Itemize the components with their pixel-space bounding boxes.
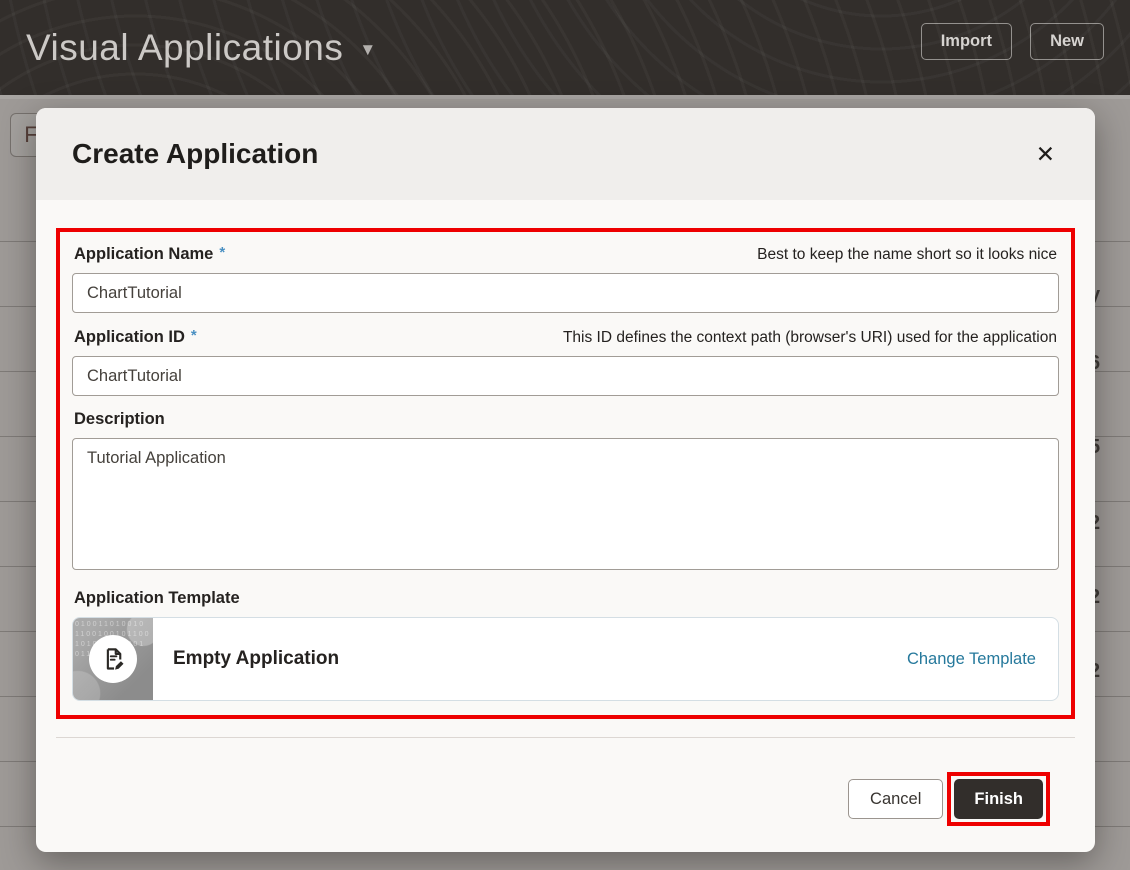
template-thumbnail: 0100110100101100100101100101001101001011… (73, 618, 153, 700)
required-marker: * (219, 244, 225, 261)
import-button[interactable]: Import (921, 23, 1012, 60)
dialog-body: Application Name* Best to keep the name … (36, 200, 1095, 826)
required-marker: * (191, 327, 197, 344)
finish-highlight-box: Finish (947, 772, 1050, 826)
form-highlight-box: Application Name* Best to keep the name … (56, 228, 1075, 719)
application-id-input[interactable] (72, 356, 1059, 396)
app-switcher[interactable]: Visual Applications ▼ (26, 27, 376, 69)
template-name: Empty Application (173, 648, 339, 670)
header-actions: Import New (921, 23, 1104, 60)
application-name-label-row: Application Name* Best to keep the name … (74, 244, 1057, 264)
page-title: Visual Applications (26, 27, 343, 69)
background-text-fragment: 2 (1095, 512, 1100, 535)
dialog-title: Create Application (72, 138, 318, 170)
new-button[interactable]: New (1030, 23, 1104, 60)
dialog-header: Create Application ✕ (36, 108, 1095, 200)
application-id-hint: This ID defines the context path (browse… (563, 329, 1057, 347)
chevron-down-icon[interactable]: ▼ (359, 36, 376, 60)
close-icon[interactable]: ✕ (1032, 139, 1059, 170)
dialog-footer: Cancel Finish (56, 737, 1075, 826)
application-id-label: Application ID* (74, 327, 197, 347)
template-card: 0100110100101100100101100101001101001011… (72, 617, 1059, 701)
background-text-fragment: 2 (1095, 660, 1100, 683)
application-name-label: Application Name* (74, 244, 225, 264)
description-textarea[interactable]: Tutorial Application (72, 438, 1059, 570)
change-template-link[interactable]: Change Template (907, 650, 1036, 669)
application-name-hint: Best to keep the name short so it looks … (757, 246, 1057, 264)
app-header: Visual Applications ▼ Import New (0, 0, 1130, 95)
description-label: Description (74, 410, 165, 429)
background-text-fragment: 2 (1095, 586, 1100, 609)
template-label-row: Application Template (74, 589, 1057, 608)
create-application-dialog: Create Application ✕ Application Name* B… (36, 108, 1095, 852)
cancel-button[interactable]: Cancel (848, 779, 943, 819)
application-id-label-row: Application ID* This ID defines the cont… (74, 327, 1057, 347)
finish-button[interactable]: Finish (954, 779, 1043, 819)
application-name-input[interactable] (72, 273, 1059, 313)
background-text-fragment: 6 (1095, 352, 1100, 375)
description-label-row: Description (74, 410, 1057, 429)
document-edit-icon (89, 635, 137, 683)
dimmed-toolbar-strip (0, 95, 1130, 99)
background-text-fragment: y (1095, 284, 1100, 307)
application-template-label: Application Template (74, 589, 240, 608)
dimmed-table-text-column: i y 6 5 2 2 2 , (1095, 0, 1130, 870)
background-text-fragment: 5 (1095, 436, 1100, 459)
